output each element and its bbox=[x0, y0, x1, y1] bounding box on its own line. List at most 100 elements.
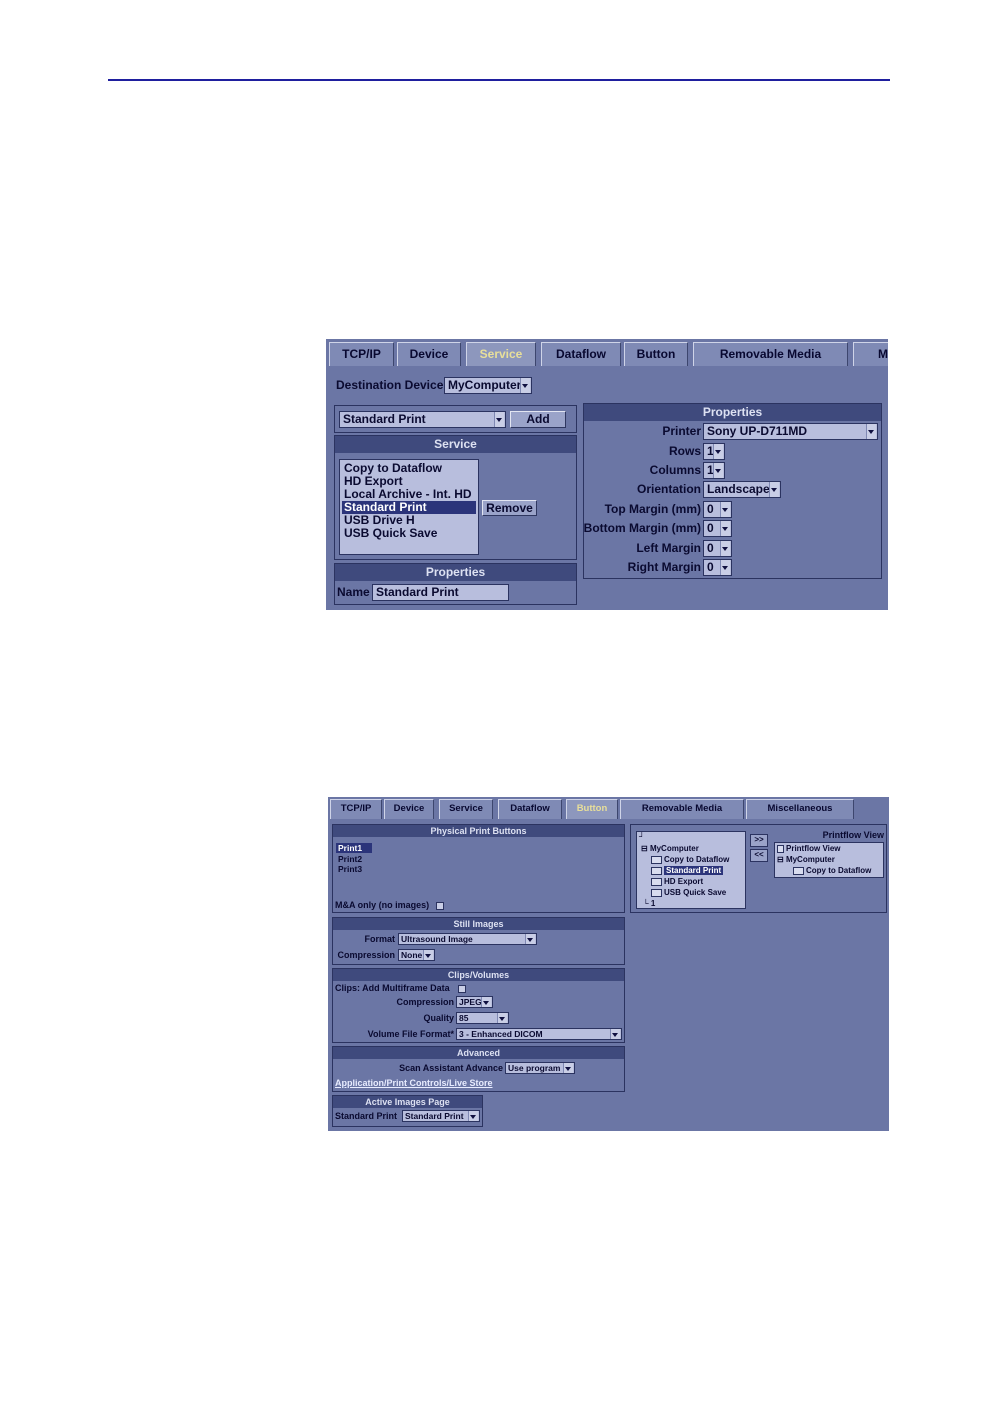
ma-only-label: M&A only (no images) bbox=[335, 900, 430, 910]
compression-select[interactable]: None bbox=[398, 949, 435, 961]
tab-device[interactable]: Device bbox=[397, 342, 461, 366]
service-list[interactable]: Copy to Dataflow HD Export Local Archive… bbox=[339, 459, 479, 555]
tab-tcpip[interactable]: TCP/IP bbox=[329, 342, 394, 366]
printer-icon bbox=[651, 855, 662, 864]
add-to-printflow-button[interactable]: >> bbox=[750, 834, 768, 847]
tree-item[interactable]: Copy to Dataflow bbox=[651, 855, 729, 865]
tree-root[interactable]: ⊟ MyComputer bbox=[641, 844, 699, 854]
orientation-label: Orientation bbox=[636, 482, 701, 496]
screenshot-service-config: TCP/IP Device Service Dataflow Button Re… bbox=[326, 339, 888, 610]
list-item[interactable]: Print3 bbox=[336, 864, 372, 874]
tree-item[interactable]: HD Export bbox=[651, 877, 703, 887]
printflow-item[interactable]: Copy to Dataflow bbox=[793, 866, 871, 876]
name-input[interactable]: Standard Print bbox=[372, 584, 509, 601]
tab-button[interactable]: Button bbox=[566, 799, 618, 819]
right-margin-select[interactable]: 0 bbox=[703, 559, 732, 576]
left-margin-label: Left Margin bbox=[636, 541, 701, 555]
scan-assistant-value: Use program bbox=[508, 1063, 561, 1073]
bottom-margin-label: Bottom Margin (mm) bbox=[583, 521, 701, 535]
tree-bottom: └ 1 bbox=[643, 899, 656, 908]
clips-multiframe-label: Clips: Add Multiframe Data bbox=[335, 983, 450, 993]
tab-service[interactable]: Service bbox=[466, 342, 536, 366]
tab-tcpip[interactable]: TCP/IP bbox=[330, 799, 382, 819]
orientation-value: Landscape bbox=[707, 482, 770, 496]
right-properties-header: Properties bbox=[584, 404, 881, 421]
destination-device-select[interactable]: MyComputer bbox=[444, 377, 532, 394]
top-margin-select[interactable]: 0 bbox=[703, 501, 732, 518]
printflow-computer[interactable]: ⊟ MyComputer bbox=[777, 855, 835, 865]
quality-select[interactable]: 85 bbox=[456, 1012, 509, 1024]
printflow-tree[interactable]: Printflow View ⊟ MyComputer Copy to Data… bbox=[774, 842, 884, 878]
chevron-down-icon bbox=[720, 521, 730, 536]
list-item[interactable]: USB Quick Save bbox=[342, 527, 476, 540]
scan-assistant-select[interactable]: Use program bbox=[505, 1062, 575, 1074]
chevron-down-icon bbox=[769, 482, 779, 497]
tab-dataflow[interactable]: Dataflow bbox=[541, 342, 621, 366]
device-tree[interactable]: ┘ ⊟ MyComputer Copy to Dataflow Standard… bbox=[636, 831, 746, 909]
tab-service[interactable]: Service bbox=[439, 799, 493, 819]
tree-item-selected[interactable]: Standard Print bbox=[651, 866, 724, 876]
tree-item[interactable]: USB Quick Save bbox=[651, 888, 726, 898]
rows-select[interactable]: 1 bbox=[703, 443, 725, 460]
tab-miscellaneous[interactable]: M bbox=[853, 342, 888, 366]
compression-label: Compression bbox=[337, 950, 395, 960]
chevron-down-icon bbox=[481, 997, 491, 1007]
active-images-label: Standard Print bbox=[335, 1111, 398, 1121]
chevron-down-icon bbox=[713, 444, 723, 459]
still-images-header: Still Images bbox=[333, 918, 624, 930]
remove-button[interactable]: Remove bbox=[482, 500, 537, 516]
tab-bar: TCP/IP Device Service Dataflow Button Re… bbox=[328, 797, 889, 819]
tab-removable-media[interactable]: Removable Media bbox=[620, 799, 744, 819]
bottom-margin-select[interactable]: 0 bbox=[703, 520, 732, 537]
physical-print-buttons-header: Physical Print Buttons bbox=[333, 825, 624, 837]
volume-format-label: Volume File Format* bbox=[367, 1029, 454, 1039]
destination-device-label: Destination Device bbox=[336, 378, 444, 392]
ma-only-checkbox[interactable] bbox=[436, 902, 444, 910]
chevron-down-icon bbox=[713, 463, 723, 478]
rows-label: Rows bbox=[668, 444, 701, 458]
advanced-link[interactable]: Application/Print Controls/Live Store bbox=[335, 1078, 493, 1088]
clips-multiframe-checkbox[interactable] bbox=[458, 985, 466, 993]
clips-compression-value: JPEG bbox=[459, 997, 482, 1007]
printer-label: Printer bbox=[662, 424, 701, 438]
printer-icon bbox=[651, 866, 662, 875]
format-select[interactable]: Ultrasound Image bbox=[398, 933, 537, 945]
scan-assistant-label: Scan Assistant Advance bbox=[399, 1063, 503, 1073]
printflow-view-label: Printflow View bbox=[822, 830, 884, 840]
list-item-selected[interactable]: Print1 bbox=[336, 843, 372, 853]
orientation-select[interactable]: Landscape bbox=[703, 481, 781, 498]
printer-value: Sony UP-D711MD bbox=[707, 424, 808, 438]
printer-icon bbox=[777, 844, 784, 853]
chevron-down-icon bbox=[720, 502, 730, 517]
left-margin-value: 0 bbox=[707, 541, 714, 555]
printer-icon bbox=[793, 866, 804, 875]
right-margin-label: Right Margin bbox=[627, 560, 701, 574]
active-images-select[interactable]: Standard Print bbox=[402, 1110, 480, 1122]
left-margin-select[interactable]: 0 bbox=[703, 540, 732, 557]
columns-select[interactable]: 1 bbox=[703, 462, 725, 479]
list-item[interactable]: Print2 bbox=[336, 854, 372, 864]
tab-device[interactable]: Device bbox=[384, 799, 434, 819]
tab-removable-media[interactable]: Removable Media bbox=[693, 342, 848, 366]
tab-miscellaneous[interactable]: Miscellaneous bbox=[746, 799, 854, 819]
chevron-down-icon bbox=[610, 1029, 620, 1039]
volume-format-select[interactable]: 3 - Enhanced DICOM bbox=[456, 1028, 622, 1040]
bottom-margin-value: 0 bbox=[707, 521, 714, 535]
tab-button[interactable]: Button bbox=[624, 342, 688, 366]
clips-compression-label: Compression bbox=[396, 997, 454, 1007]
clips-compression-select[interactable]: JPEG bbox=[456, 996, 493, 1008]
printer-select[interactable]: Sony UP-D711MD bbox=[703, 423, 878, 440]
chevron-down-icon bbox=[423, 950, 433, 960]
advanced-header: Advanced bbox=[333, 1047, 624, 1059]
right-margin-value: 0 bbox=[707, 560, 714, 574]
tab-dataflow[interactable]: Dataflow bbox=[498, 799, 562, 819]
service-type-select[interactable]: Standard Print bbox=[339, 411, 506, 428]
printflow-root[interactable]: Printflow View bbox=[777, 844, 841, 854]
clips-volumes-header: Clips/Volumes bbox=[333, 969, 624, 981]
top-margin-value: 0 bbox=[707, 502, 714, 516]
chevron-down-icon bbox=[494, 412, 504, 427]
tree-corner: ┘ bbox=[639, 832, 645, 841]
chevron-down-icon bbox=[525, 934, 535, 944]
add-button[interactable]: Add bbox=[510, 411, 566, 428]
remove-from-printflow-button[interactable]: << bbox=[750, 849, 768, 862]
